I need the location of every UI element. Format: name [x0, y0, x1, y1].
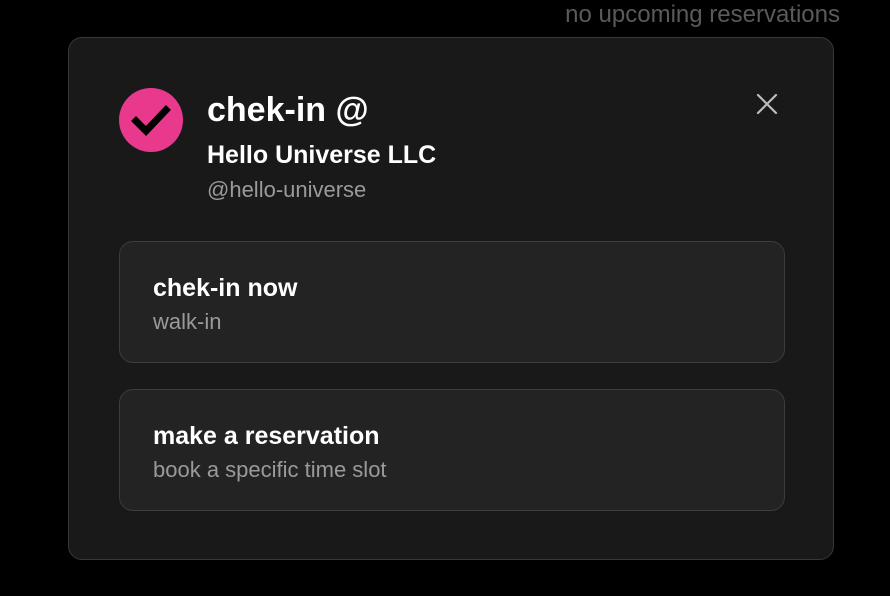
organization-name: Hello Universe LLC: [207, 141, 437, 169]
close-icon: [755, 92, 779, 116]
close-button[interactable]: [751, 88, 783, 120]
organization-handle: @hello-universe: [207, 177, 367, 202]
check-in-now-option[interactable]: chek-in now walk-in: [119, 241, 785, 363]
option-subtitle: walk-in: [153, 309, 222, 334]
option-title: make a reservation: [153, 422, 380, 450]
dialog-header: chek-in @ Hello Universe LLC @hello-univ…: [119, 88, 436, 205]
header-titles: chek-in @ Hello Universe LLC @hello-univ…: [207, 88, 436, 205]
option-subtitle: book a specific time slot: [153, 457, 387, 482]
no-reservations-text: no upcoming reservations: [565, 1, 840, 28]
app-logo: [119, 88, 183, 152]
make-reservation-option[interactable]: make a reservation book a specific time …: [119, 389, 785, 511]
check-in-dialog: chek-in @ Hello Universe LLC @hello-univ…: [68, 37, 834, 560]
checkmark-icon: [131, 100, 171, 140]
dialog-title: chek-in @: [207, 91, 369, 129]
option-title: chek-in now: [153, 274, 298, 302]
